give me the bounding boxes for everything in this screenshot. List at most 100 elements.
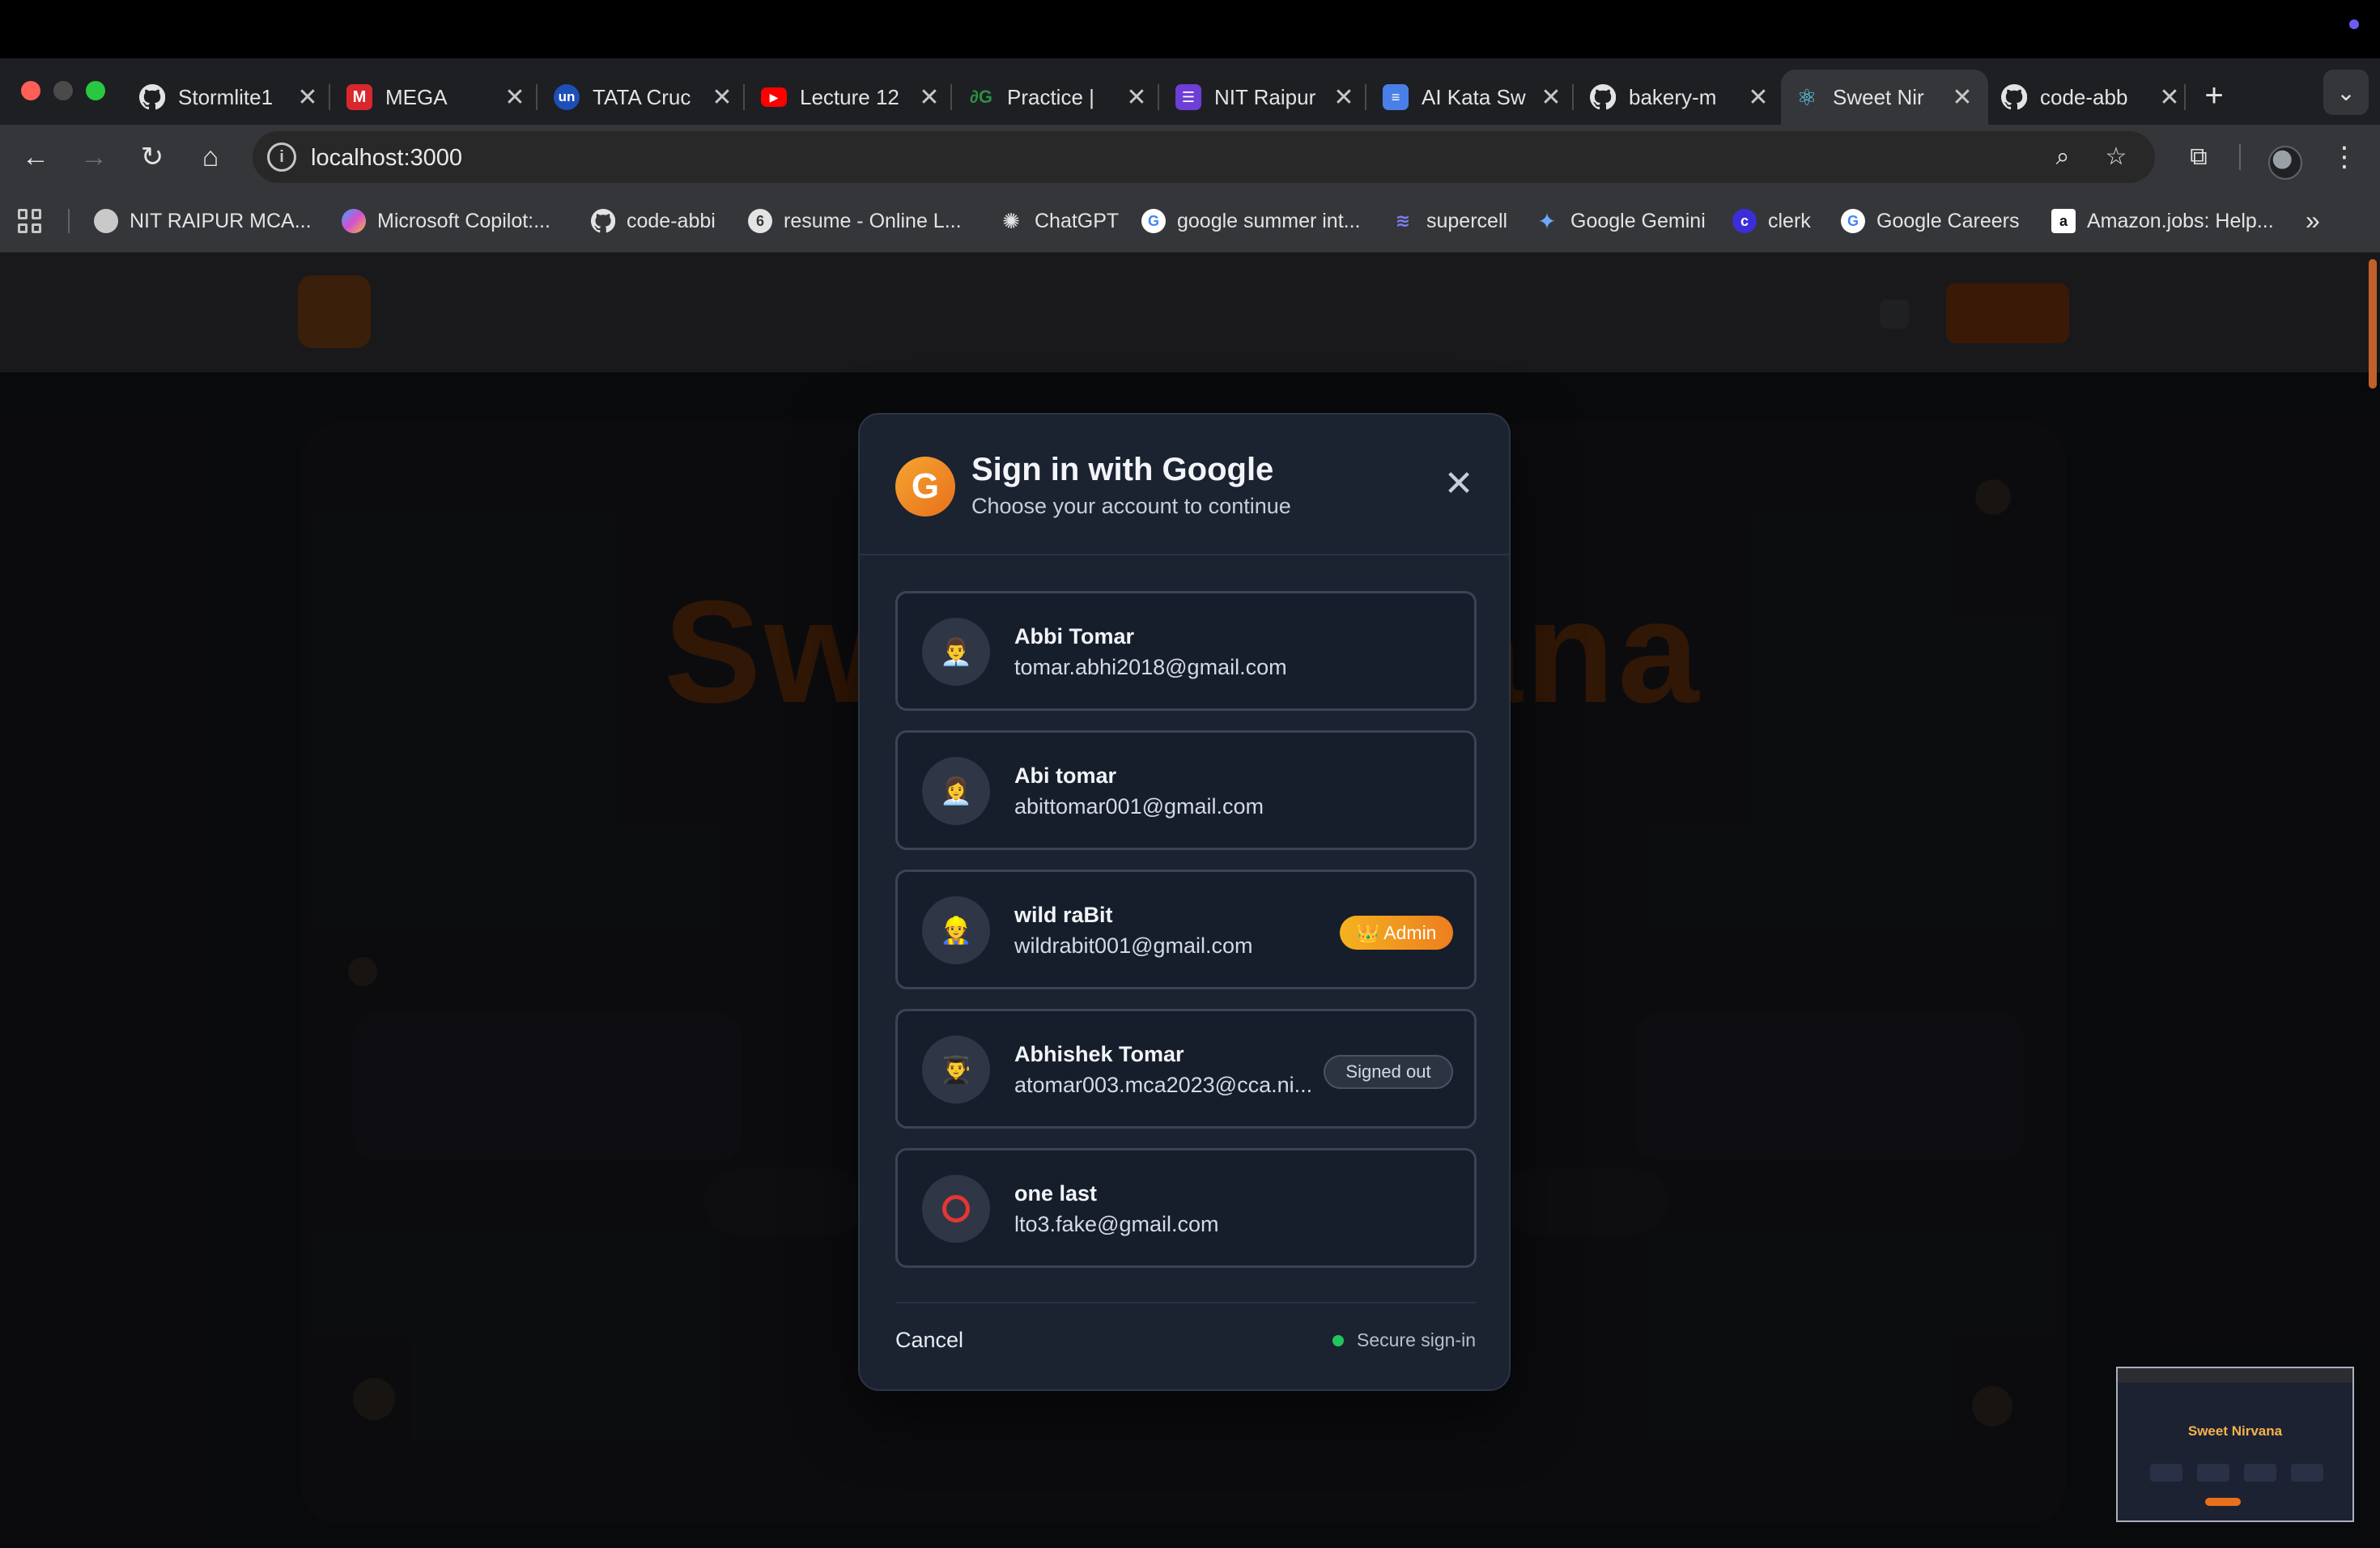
tab-ai-kata[interactable]: ≡ AI Kata Sw ✕ <box>1370 70 1577 125</box>
menu-button[interactable]: ⋮ <box>2325 138 2364 176</box>
bookmark-supercell[interactable]: ≋ supercell <box>1391 207 1507 235</box>
url-text[interactable]: localhost:3000 <box>311 145 462 172</box>
close-icon[interactable]: ✕ <box>1331 83 1357 112</box>
close-icon[interactable]: ✕ <box>1124 83 1150 112</box>
bookmark-label: Amazon.jobs: Help... <box>2087 209 2274 232</box>
screenshot-thumbnail[interactable]: Sweet Nirvana <box>2116 1367 2354 1522</box>
back-button[interactable]: ← <box>16 138 55 176</box>
tab-bakery[interactable]: bakery-m ✕ <box>1577 70 1784 125</box>
secure-label: Secure sign-in <box>1357 1329 1477 1350</box>
close-icon[interactable]: ✕ <box>1538 83 1564 112</box>
bookmark-label: Google Careers <box>1876 209 2020 232</box>
toolbar-divider <box>2239 144 2241 170</box>
bookmark-label: Google Gemini <box>1570 209 1706 232</box>
reload-icon: ↻ <box>140 142 164 172</box>
tab-label: code-abb <box>2040 84 2128 109</box>
overleaf-icon: 6 <box>748 209 772 233</box>
thumbnail-title: Sweet Nirvana <box>2187 1423 2283 1439</box>
close-icon[interactable]: ✕ <box>295 83 321 112</box>
more-bookmarks-chevron-icon[interactable]: » <box>2306 206 2320 236</box>
tab-stormlite[interactable]: Stormlite1 ✕ <box>126 70 334 125</box>
tab-sweet-nirvana[interactable]: ⚛ Sweet Nir ✕ <box>1781 70 1988 125</box>
bookmark-label: NIT RAIPUR MCA... <box>130 209 312 232</box>
account-option[interactable]: 👨‍💼 Abbi Tomar tomar.abhi2018@gmail.com <box>895 591 1477 711</box>
close-window-button[interactable] <box>21 81 40 100</box>
tab-divider <box>1572 84 1574 110</box>
tab-tata-crucible[interactable]: un TATA Cruc ✕ <box>541 70 748 125</box>
bookmark-gemini[interactable]: ✦ Google Gemini <box>1535 207 1706 235</box>
signed-out-badge: Signed out <box>1324 1055 1453 1089</box>
zoom-icon[interactable]: ⌕ <box>2046 141 2079 173</box>
bookmark-code-abbi[interactable]: code-abbi <box>591 207 716 235</box>
bookmark-nit-raipur[interactable]: NIT RAIPUR MCA... <box>94 207 312 235</box>
tab-strip: Stormlite1 ✕ M MEGA ✕ un TATA Cruc ✕ ▶ L… <box>0 58 2380 125</box>
extensions-button[interactable]: ⧉ <box>2179 138 2218 176</box>
site-info-icon[interactable]: i <box>267 142 296 172</box>
close-icon[interactable]: ✕ <box>1441 466 1477 502</box>
tab-mega[interactable]: M MEGA ✕ <box>334 70 541 125</box>
reload-button[interactable]: ↻ <box>133 138 172 176</box>
account-option[interactable]: 👩‍💼 Abi tomar abittomar001@gmail.com <box>895 730 1477 850</box>
status-dot-icon <box>1332 1334 1344 1346</box>
tab-divider <box>2184 84 2186 110</box>
close-icon[interactable]: ✕ <box>916 83 942 112</box>
forward-button[interactable]: → <box>74 138 113 176</box>
zoom-window-button[interactable] <box>86 81 105 100</box>
bookmark-resume[interactable]: 6 resume - Online L... <box>748 207 962 235</box>
menu-bar <box>0 0 2380 58</box>
github-icon <box>2001 84 2027 110</box>
dialog-divider <box>895 1302 1477 1303</box>
profile-avatar[interactable] <box>2268 146 2302 180</box>
address-bar[interactable]: i localhost:3000 ⌕ ☆ <box>253 131 2155 183</box>
cancel-button[interactable]: Cancel <box>895 1328 963 1353</box>
account-name: Abi tomar <box>1014 763 1117 788</box>
apps-grid-icon[interactable] <box>18 209 42 233</box>
page-scrollbar[interactable] <box>2369 259 2377 389</box>
minimize-window-button[interactable] <box>53 81 73 100</box>
tab-lecture[interactable]: ▶ Lecture 12 ✕ <box>748 70 955 125</box>
tab-search-button[interactable]: ⌄ <box>2323 70 2369 115</box>
chatgpt-icon: ✺ <box>1002 208 1020 233</box>
thumbnail-card <box>2197 1464 2229 1482</box>
close-icon[interactable]: ✕ <box>709 83 735 112</box>
bookmark-google-careers[interactable]: G Google Careers <box>1841 207 2019 235</box>
account-email: lto3.fake@gmail.com <box>1014 1212 1219 1236</box>
tab-divider <box>743 84 745 110</box>
chevron-down-icon: ⌄ <box>2336 79 2356 105</box>
arrow-right-icon: → <box>80 141 108 172</box>
home-icon: ⌂ <box>202 141 219 172</box>
close-icon[interactable]: ✕ <box>2157 83 2182 112</box>
thumbnail-card <box>2150 1464 2182 1482</box>
dialog-header: G Sign in with Google Choose your accoun… <box>860 415 1509 555</box>
admin-badge: 👑 Admin <box>1340 916 1453 950</box>
tab-nit-raipur[interactable]: ☰ NIT Raipur ✕ <box>1162 70 1370 125</box>
close-icon[interactable]: ✕ <box>1949 83 1975 112</box>
bookmark-chatgpt[interactable]: ✺ ChatGPT <box>999 207 1119 235</box>
account-option[interactable]: one last lto3.fake@gmail.com <box>895 1148 1477 1268</box>
account-email: tomar.abhi2018@gmail.com <box>1014 655 1287 679</box>
bookmark-google-summer[interactable]: Ggoogle summer int... <box>1141 207 1361 235</box>
bookmark-clerk[interactable]: c clerk <box>1732 207 1811 235</box>
github-icon <box>591 209 615 233</box>
tab-divider <box>950 84 952 110</box>
account-option[interactable]: 👨‍🎓 Abhishek Tomar atomar003.mca2023@cca… <box>895 1009 1477 1129</box>
copilot-icon <box>342 209 366 233</box>
bookmark-amazon-jobs[interactable]: a Amazon.jobs: Help... <box>2051 207 2274 235</box>
account-name: one last <box>1014 1181 1098 1206</box>
tab-code-abbi[interactable]: code-abb ✕ <box>1988 70 2195 125</box>
new-tab-button[interactable]: + <box>2194 78 2234 114</box>
tab-label: bakery-m <box>1629 84 1717 109</box>
avatar: 👨‍💼 <box>922 618 990 686</box>
ring-icon <box>942 1195 970 1223</box>
close-icon[interactable]: ✕ <box>1745 83 1771 112</box>
bookmark-copilot[interactable]: Microsoft Copilot:... <box>342 207 550 235</box>
tab-practice[interactable]: ∂G Practice | ✕ <box>955 70 1162 125</box>
thumbnail-card <box>2291 1464 2323 1482</box>
secure-indicator: Secure sign-in <box>1332 1329 1476 1351</box>
github-icon <box>1590 84 1616 110</box>
close-icon[interactable]: ✕ <box>502 83 528 112</box>
account-email: wildrabit001@gmail.com <box>1014 933 1253 958</box>
account-option[interactable]: 👷 wild raBit wildrabit001@gmail.com 👑 Ad… <box>895 870 1477 989</box>
bookmark-star-icon[interactable]: ☆ <box>2100 141 2132 173</box>
home-button[interactable]: ⌂ <box>191 138 230 176</box>
